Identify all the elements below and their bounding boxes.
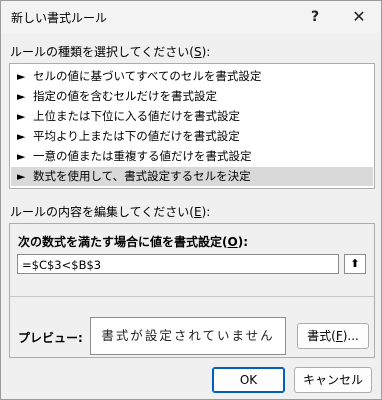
- rule-item-label: 一意の値または重複する値だけを書式設定: [33, 149, 252, 163]
- bullet-arrow-icon: ►: [17, 110, 26, 123]
- new-format-rule-dialog: 新しい書式ルール ? ✕ ルールの種類を選択してください(S): ► セルの値に基…: [0, 0, 382, 400]
- bullet-arrow-icon: ►: [17, 90, 26, 103]
- rule-item-cell-values[interactable]: ► セルの値に基づいてすべてのセルを書式設定: [11, 67, 373, 86]
- bullet-arrow-icon: ►: [17, 130, 26, 143]
- close-button[interactable]: ✕: [345, 5, 373, 29]
- cancel-button[interactable]: キャンセル: [294, 367, 372, 393]
- rule-item-contains[interactable]: ► 指定の値を含むセルだけを書式設定: [11, 87, 373, 106]
- rule-item-use-formula[interactable]: ► 数式を使用して、書式設定するセルを決定: [11, 167, 373, 186]
- dialog-title: 新しい書式ルール: [11, 11, 108, 25]
- bullet-arrow-icon: ►: [17, 170, 26, 183]
- divider: [10, 296, 374, 297]
- preview-label: プレビュー:: [18, 331, 83, 345]
- preview-box: 書式が設定されていません: [90, 317, 286, 355]
- rule-type-label: ルールの種類を選択してください(S):: [10, 45, 211, 59]
- rule-type-list[interactable]: ► セルの値に基づいてすべてのセルを書式設定 ► 指定の値を含むセルだけを書式設定 …: [9, 63, 375, 189]
- help-button[interactable]: ?: [301, 5, 329, 29]
- formula-input[interactable]: =$C$3<$B$3: [17, 254, 339, 274]
- rule-item-above-below-average[interactable]: ► 平均より上または下の値だけを書式設定: [11, 127, 373, 146]
- rule-item-label: 数式を使用して、書式設定するセルを決定: [33, 169, 251, 183]
- format-button[interactable]: 書式(F)...: [297, 323, 369, 349]
- formula-heading: 次の数式を満たす場合に値を書式設定(O):: [18, 235, 248, 249]
- rule-content-panel: 次の数式を満たす場合に値を書式設定(O): =$C$3<$B$3 ⬆ プレビュー…: [9, 223, 375, 358]
- bullet-arrow-icon: ►: [17, 70, 26, 83]
- rule-item-top-bottom[interactable]: ► 上位または下位に入る値だけを書式設定: [11, 107, 373, 126]
- bullet-arrow-icon: ►: [17, 150, 26, 163]
- rule-item-label: 指定の値を含むセルだけを書式設定: [33, 89, 217, 103]
- rule-item-label: 上位または下位に入る値だけを書式設定: [33, 109, 240, 123]
- rule-item-unique-duplicate[interactable]: ► 一意の値または重複する値だけを書式設定: [11, 147, 373, 166]
- rule-item-label: セルの値に基づいてすべてのセルを書式設定: [33, 69, 262, 83]
- rule-content-label: ルールの内容を編集してください(E):: [10, 205, 211, 219]
- title-bar: 新しい書式ルール ? ✕: [1, 1, 381, 33]
- collapse-dialog-icon[interactable]: ⬆: [344, 254, 366, 274]
- ok-button[interactable]: OK: [212, 367, 285, 393]
- rule-item-label: 平均より上または下の値だけを書式設定: [33, 129, 240, 143]
